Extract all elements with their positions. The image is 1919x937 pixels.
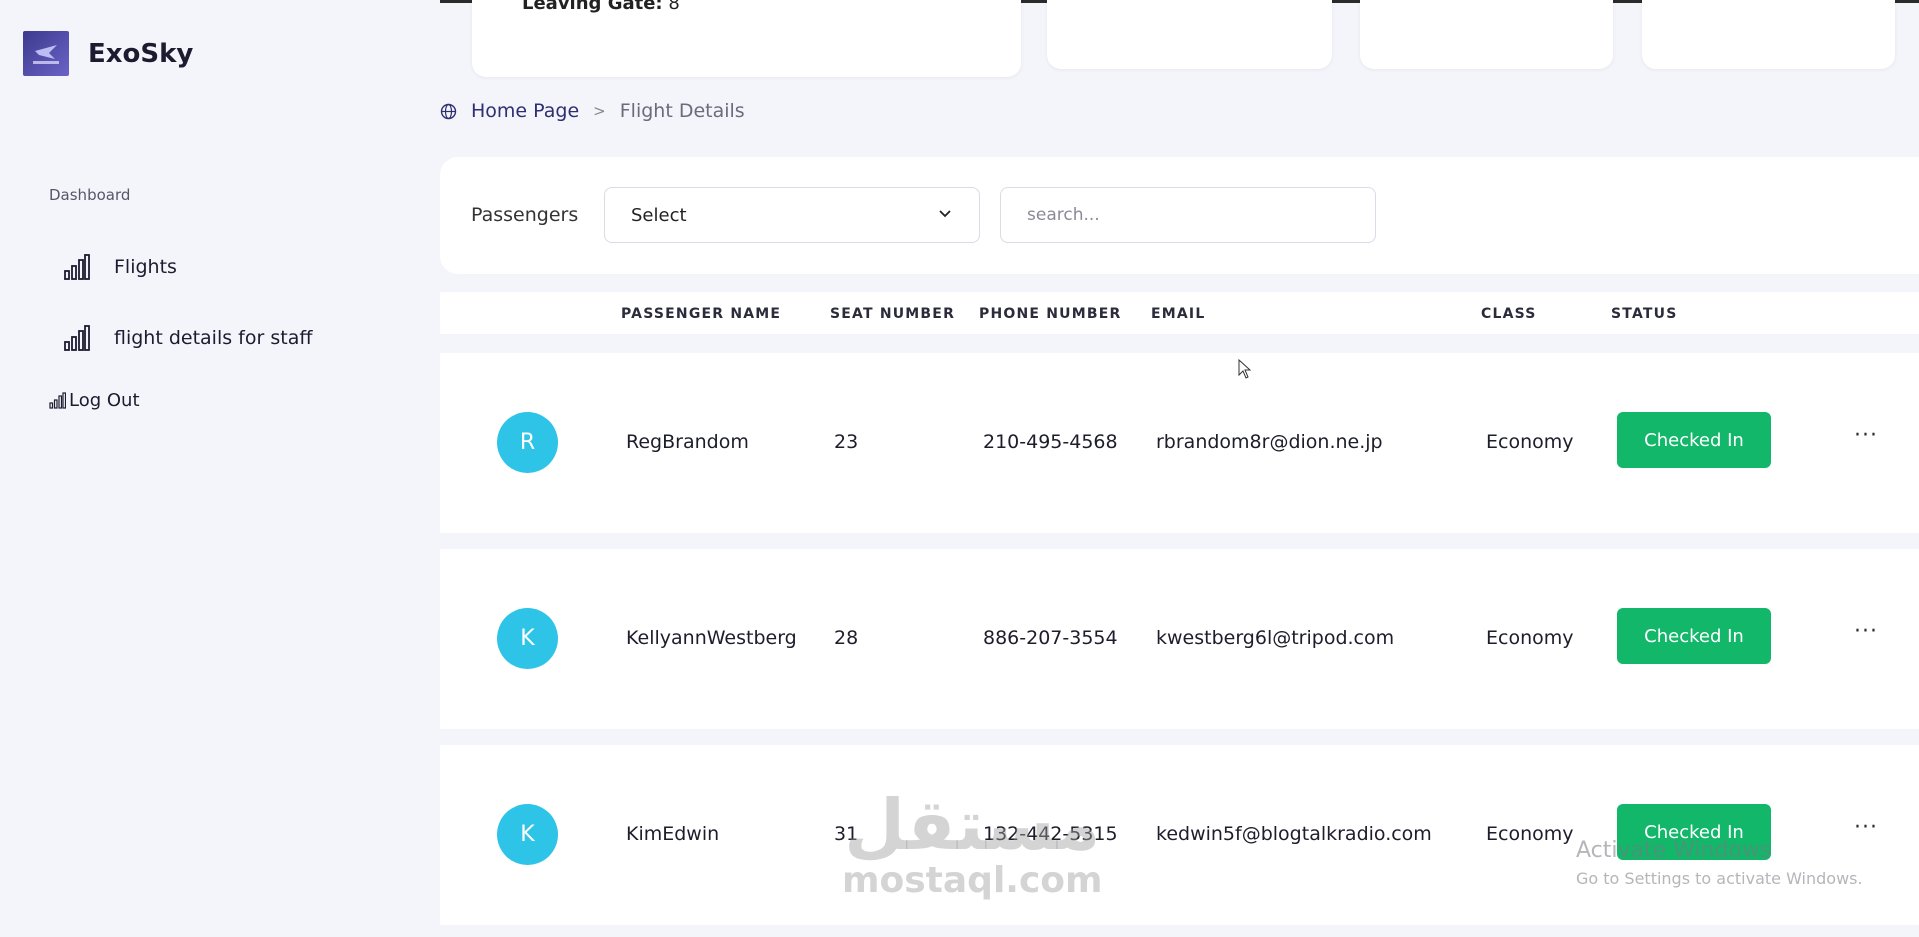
activate-windows-subtitle: Go to Settings to activate Windows. bbox=[1576, 869, 1863, 888]
passenger-name: RegBrandom bbox=[626, 431, 749, 453]
email: kwestberg6l@tripod.com bbox=[1156, 627, 1395, 649]
globe-icon bbox=[440, 103, 457, 119]
column-header-class: CLASS bbox=[1481, 306, 1537, 322]
watermark-arabic: مستقل bbox=[844, 784, 1101, 866]
passenger-select[interactable]: Select bbox=[604, 187, 980, 243]
sidebar-item-flight-details-staff[interactable]: flight details for staff bbox=[64, 325, 312, 351]
bar-chart-icon bbox=[64, 325, 90, 351]
passenger-select-value: Select bbox=[631, 204, 687, 226]
sidebar-item-flights[interactable]: Flights bbox=[64, 254, 177, 280]
breadcrumb-home-link[interactable]: Home Page bbox=[471, 100, 579, 122]
table-row[interactable]: K KellyannWestberg 28 886-207-3554 kwest… bbox=[440, 549, 1919, 729]
class: Economy bbox=[1486, 431, 1574, 453]
seat-number: 23 bbox=[834, 431, 859, 453]
table-header: PASSENGER NAME SEAT NUMBER PHONE NUMBER … bbox=[440, 292, 1919, 334]
email: rbrandom8r@dion.ne.jp bbox=[1156, 431, 1383, 453]
activate-windows-title: Activate Windows bbox=[1576, 838, 1772, 863]
leaving-gate: Leaving Gate: 8 bbox=[522, 0, 680, 14]
logout-label: Log Out bbox=[69, 390, 140, 411]
activate-windows-notice: Activate Windows Go to Settings to activ… bbox=[1576, 838, 1863, 888]
more-options-icon[interactable]: ··· bbox=[1854, 619, 1878, 644]
sidebar-item-label: Flights bbox=[114, 256, 177, 278]
phone-number: 210-495-4568 bbox=[983, 431, 1118, 453]
bar-chart-icon bbox=[64, 254, 90, 280]
seat-number: 28 bbox=[834, 627, 859, 649]
logo-icon bbox=[23, 31, 69, 76]
passenger-filter-panel: Passengers Select bbox=[440, 157, 1919, 274]
breadcrumb-separator: > bbox=[593, 102, 606, 120]
leaving-gate-value: 8 bbox=[662, 0, 680, 14]
column-header-seat-number: SEAT NUMBER bbox=[830, 306, 956, 322]
brand-row[interactable]: ExoSky bbox=[23, 31, 193, 76]
search-input[interactable] bbox=[1000, 187, 1376, 243]
passenger-name: KellyannWestberg bbox=[626, 627, 797, 649]
leaving-gate-label: Leaving Gate: bbox=[522, 0, 663, 14]
status-badge[interactable]: Checked In bbox=[1617, 608, 1771, 664]
avatar: K bbox=[497, 804, 558, 865]
chevron-down-icon bbox=[939, 210, 951, 218]
bottom-strip bbox=[440, 925, 1919, 937]
column-header-status: STATUS bbox=[1611, 306, 1678, 322]
email: kedwin5f@blogtalkradio.com bbox=[1156, 823, 1432, 845]
nav-section-dashboard: Dashboard bbox=[49, 186, 131, 204]
breadcrumb-current: Flight Details bbox=[619, 100, 745, 122]
column-header-email: EMAIL bbox=[1151, 306, 1206, 322]
logout-button[interactable]: Log Out bbox=[49, 390, 140, 411]
bar-chart-icon bbox=[49, 392, 66, 409]
stat-card bbox=[1642, 0, 1895, 69]
table-row[interactable]: R RegBrandom 23 210-495-4568 rbrandom8r@… bbox=[440, 353, 1919, 533]
passengers-label: Passengers bbox=[471, 204, 579, 226]
mouse-cursor-icon bbox=[1238, 359, 1252, 379]
status-badge[interactable]: Checked In bbox=[1617, 412, 1771, 468]
brand-name: ExoSky bbox=[88, 38, 194, 69]
column-header-passenger-name: PASSENGER NAME bbox=[621, 306, 782, 322]
phone-number: 886-207-3554 bbox=[983, 627, 1118, 649]
column-header-phone-number: PHONE NUMBER bbox=[979, 306, 1122, 322]
stat-card bbox=[1360, 0, 1613, 69]
more-options-icon[interactable]: ··· bbox=[1854, 815, 1878, 840]
class: Economy bbox=[1486, 627, 1574, 649]
watermark-latin: mostaql.com bbox=[842, 860, 1103, 901]
table-row[interactable]: K KimEdwin 31 132-442-5315 kedwin5f@blog… bbox=[440, 745, 1919, 925]
sidebar-item-label: flight details for staff bbox=[114, 327, 313, 349]
more-options-icon[interactable]: ··· bbox=[1854, 423, 1878, 448]
passenger-name: KimEdwin bbox=[626, 823, 720, 845]
avatar: R bbox=[497, 412, 558, 473]
breadcrumb: Home Page > Flight Details bbox=[440, 100, 745, 122]
watermark: مستقل mostaql.com bbox=[842, 790, 1103, 901]
sidebar: ExoSky Dashboard Flights flight details … bbox=[0, 0, 440, 937]
avatar: K bbox=[497, 608, 558, 669]
stat-card bbox=[1047, 0, 1332, 69]
class: Economy bbox=[1486, 823, 1574, 845]
